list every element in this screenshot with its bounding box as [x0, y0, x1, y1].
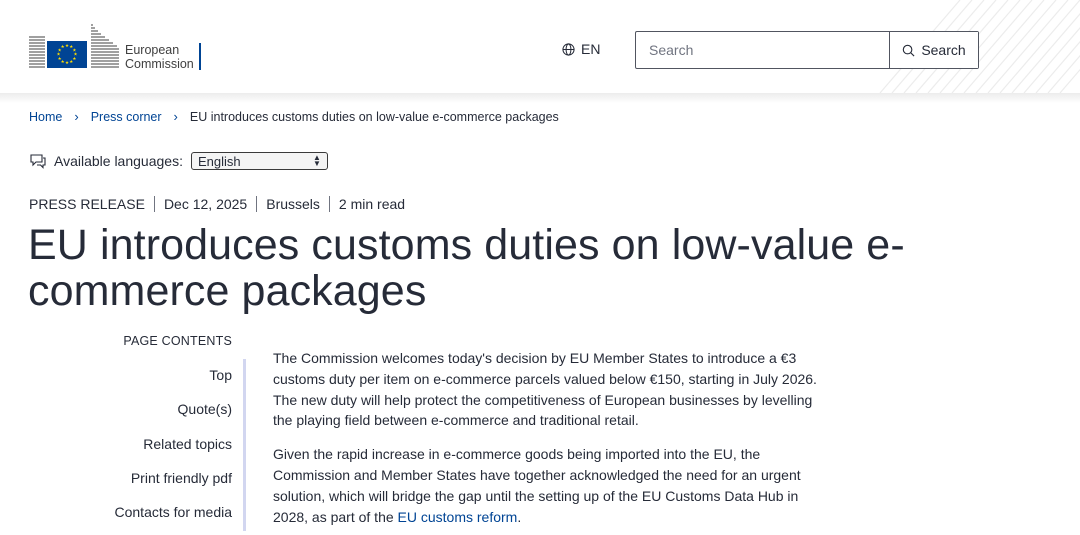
breadcrumb-home[interactable]: Home: [29, 110, 62, 124]
customs-reform-link[interactable]: EU customs reform: [398, 509, 518, 525]
language-code: EN: [581, 41, 601, 57]
available-languages: Available languages: English ▲ ▼: [30, 152, 328, 170]
chevron-right-icon: ›: [74, 109, 79, 124]
logo-divider: [199, 43, 201, 70]
toc-item-related-topics[interactable]: Related topics: [143, 436, 232, 452]
logo-line-2: Commission: [125, 57, 194, 71]
logo-line-1: European: [125, 43, 180, 57]
breadcrumb: Home › Press corner › EU introduces cust…: [29, 109, 559, 124]
meta-divider: [328, 196, 330, 212]
svg-text:★: ★: [65, 60, 69, 66]
chevron-right-icon: ›: [173, 109, 178, 124]
meta-divider: [256, 196, 258, 212]
paragraph-2-text: Given the rapid increase in e-commerce g…: [273, 446, 801, 525]
site-header: ★ ★ ★ ★ ★ ★ ★ ★ ★ ★ ★ ★ European Commission EN: [0, 0, 1080, 93]
meta-location: Brussels: [266, 196, 320, 212]
paragraph-2: Given the rapid increase in e-commerce g…: [273, 444, 833, 527]
logo-text: European Commission: [125, 43, 194, 71]
article-meta: PRESS RELEASE Dec 12, 2025 Brussels 2 mi…: [29, 196, 405, 212]
select-arrows-icon: ▲ ▼: [313, 153, 321, 168]
language-select-value: English: [197, 153, 241, 169]
page-contents-nav: Top Quote(s) Related topics Print friend…: [40, 359, 246, 531]
search-icon: [903, 44, 915, 56]
globe-icon: [562, 42, 575, 56]
language-select[interactable]: English ▲ ▼: [190, 152, 328, 170]
article-body: The Commission welcomes today's decision…: [273, 348, 833, 535]
svg-text:★: ★: [69, 59, 73, 65]
speech-bubble-icon: [30, 154, 46, 169]
meta-date: Dec 12, 2025: [163, 196, 248, 212]
european-commission-logo[interactable]: ★ ★ ★ ★ ★ ★ ★ ★ ★ ★ ★ ★ European Commission: [29, 23, 209, 71]
meta-read-time: 2 min read: [338, 196, 406, 212]
breadcrumb-current: EU introduces customs duties on low-valu…: [189, 109, 559, 124]
meta-type: PRESS RELEASE: [29, 196, 145, 212]
meta-divider: [153, 196, 155, 212]
page-contents-heading: PAGE CONTENTS: [123, 334, 232, 348]
header-shadow: [0, 93, 1080, 103]
breadcrumb-press-corner[interactable]: Press corner: [91, 110, 162, 124]
search-button-label: Search: [921, 42, 966, 58]
language-switcher[interactable]: EN: [562, 41, 600, 57]
toc-item-quotes[interactable]: Quote(s): [178, 401, 232, 417]
toc-item-contacts[interactable]: Contacts for media: [115, 504, 233, 520]
search-form: Search: [635, 31, 979, 69]
search-button[interactable]: Search: [889, 32, 978, 68]
ec-emblem-icon: ★ ★★ ★★★ ★★★ ★★★: [29, 24, 119, 68]
available-languages-label: Available languages:: [54, 153, 183, 169]
paragraph-1: The Commission welcomes today's decision…: [273, 350, 817, 429]
paragraph-2-end: .: [517, 508, 522, 525]
page-title: EU introduces customs duties on low-valu…: [28, 222, 988, 314]
page-title-line-2: commerce packages: [28, 267, 427, 315]
page-title-line-1: EU introduces customs duties on low-valu…: [28, 221, 905, 269]
svg-text:★: ★: [61, 44, 65, 50]
search-input[interactable]: [636, 32, 889, 68]
toc-item-print-pdf[interactable]: Print friendly pdf: [131, 470, 232, 486]
page-contents-rail: [243, 359, 246, 531]
toc-item-top[interactable]: Top: [209, 367, 232, 383]
